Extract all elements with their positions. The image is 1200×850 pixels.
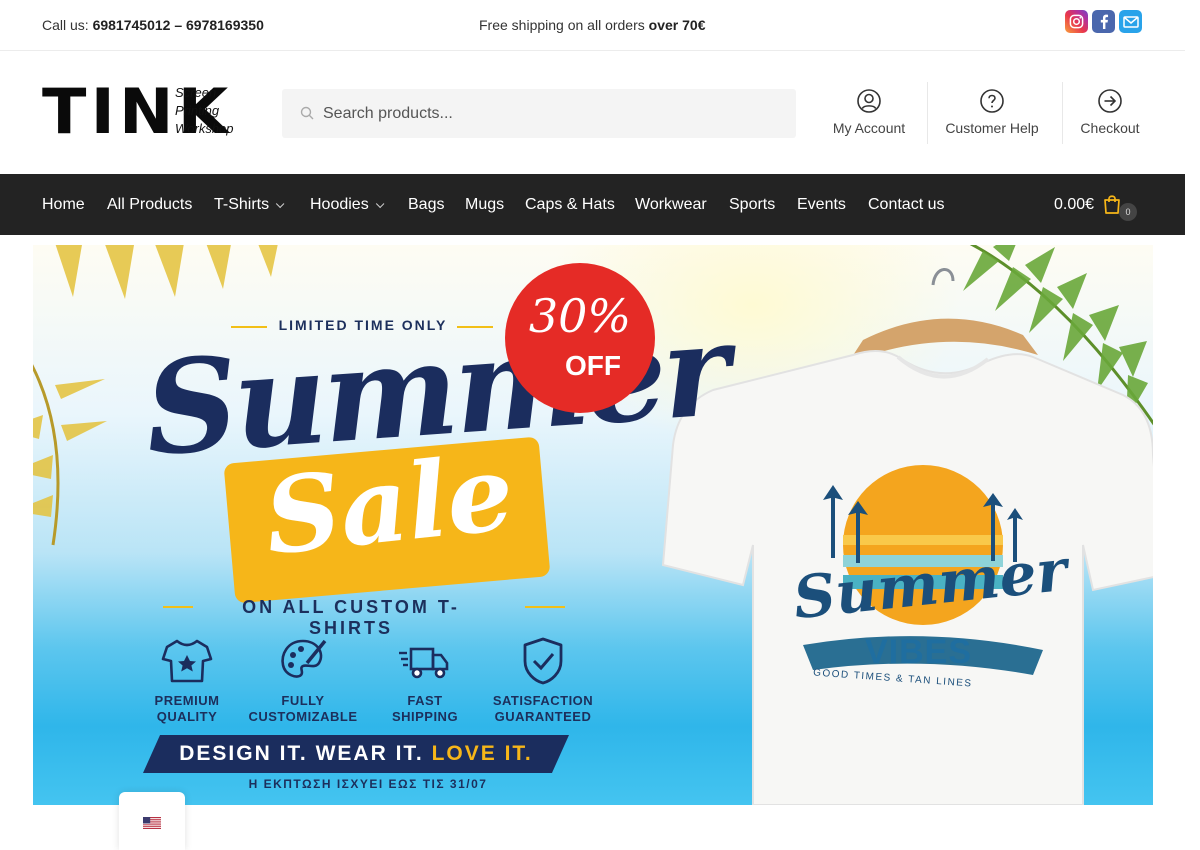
cart-count-badge: 0 (1119, 203, 1137, 221)
checkout-label: Checkout (1080, 120, 1140, 136)
call-us-text: Call us: 6981745012 – 6978169350 (42, 17, 264, 33)
top-bar: Call us: 6981745012 – 6978169350 Free sh… (0, 0, 1185, 51)
nav-item-bags[interactable]: Bags (408, 196, 444, 214)
feature-label: FULLY CUSTOMIZABLE (243, 693, 363, 725)
site-logo[interactable]: TINK Screen Printing Workshop (42, 81, 242, 143)
discount-badge: 30% OFF (505, 263, 655, 413)
nav-item-all-products[interactable]: All Products (107, 196, 192, 214)
arrow-right-circle-icon (1097, 88, 1123, 114)
nav-item-label: Bags (408, 196, 445, 213)
feature-label-line: SHIPPING (391, 709, 459, 724)
nav-item-label: Caps & Hats (525, 196, 615, 213)
shipping-notice: Free shipping on all orders over 70€ (479, 17, 705, 33)
nav-item-contact-us[interactable]: Contact us (868, 196, 944, 214)
nav-item-sports[interactable]: Sports (729, 196, 775, 214)
cart-total[interactable]: 0.00€ (1054, 196, 1094, 214)
feature-premium-quality: PREMIUM QUALITY (127, 633, 247, 725)
discount-percent: 30% (528, 289, 632, 343)
summer-sale-banner[interactable]: Summer VIBES GOOD TIMES & TAN LINES LIMI… (33, 245, 1153, 805)
shirt-print-vibes: VIBES (865, 633, 973, 671)
nav-item-hoodies[interactable]: Hoodies (310, 196, 385, 214)
main-nav: Home All Products T-Shirts Hoodies Bags … (0, 174, 1185, 235)
customer-help-label: Customer Help (945, 120, 1039, 136)
mail-icon[interactable] (1119, 10, 1142, 33)
logo-tagline-line: Printing (175, 103, 220, 118)
nav-item-label: Workwear (635, 196, 707, 213)
feature-label: SATISFACTION GUARANTEED (483, 693, 603, 725)
slogan-highlight: LOVE IT. (431, 742, 533, 765)
divider-line (163, 606, 193, 608)
feature-satisfaction-guaranteed: SATISFACTION GUARANTEED (483, 633, 603, 725)
discount-off: OFF (565, 350, 621, 381)
offer-validity-note: Η ΕΚΠΤΩΣΗ ΙΣΧΥΕΙ ΕΩΣ ΤΙΣ 31/07 (248, 777, 488, 791)
delivery-truck-icon (397, 633, 453, 689)
feature-label-line: CUSTOMIZABLE (248, 709, 358, 724)
customer-help-link[interactable]: Customer Help (944, 88, 1040, 136)
tshirt-star-icon (159, 633, 215, 689)
feature-label-line: GUARANTEED (494, 709, 592, 724)
nav-item-label: All Products (107, 196, 193, 213)
nav-item-label: Contact us (868, 196, 945, 213)
instagram-icon[interactable] (1065, 10, 1088, 33)
feature-fast-shipping: FAST SHIPPING (365, 633, 485, 725)
nav-item-label: Hoodies (310, 196, 369, 213)
nav-item-events[interactable]: Events (797, 196, 846, 214)
chevron-down-icon (276, 199, 285, 209)
shipping-text: Free shipping on all orders (479, 17, 645, 33)
facebook-icon[interactable] (1092, 10, 1115, 33)
language-switcher[interactable] (119, 792, 185, 850)
feature-label-line: PREMIUM (154, 693, 220, 708)
help-icon (979, 88, 1005, 114)
my-account-link[interactable]: My Account (832, 88, 906, 136)
search-icon (300, 106, 314, 125)
header-divider (927, 82, 928, 144)
feature-label: FAST SHIPPING (365, 693, 485, 725)
shipping-amount: over 70€ (648, 17, 706, 33)
search-box (282, 89, 796, 138)
us-flag-icon (143, 817, 161, 829)
call-label: Call us: (42, 17, 89, 33)
my-account-label: My Account (832, 120, 906, 136)
feature-label-line: QUALITY (156, 709, 218, 724)
chevron-down-icon (375, 199, 385, 209)
user-icon (856, 88, 882, 114)
divider-line (525, 606, 565, 608)
feature-label-line: SATISFACTION (492, 693, 594, 708)
nav-item-label: Sports (729, 196, 776, 213)
feature-label: PREMIUM QUALITY (127, 693, 247, 725)
site-header: TINK Screen Printing Workshop My Account… (0, 52, 1185, 174)
feature-fully-customizable: FULLY CUSTOMIZABLE (243, 633, 363, 725)
nav-item-label: Mugs (465, 196, 505, 213)
banner-sale-text: Sale (259, 430, 519, 579)
shield-check-icon (515, 633, 571, 689)
slogan-main: DESIGN IT. WEAR IT. (179, 742, 424, 765)
call-numbers[interactable]: 6981745012 – 6978169350 (93, 17, 264, 33)
feature-label-line: FULLY (281, 693, 325, 708)
nav-item-t-shirts[interactable]: T-Shirts (214, 196, 285, 214)
palette-brush-icon (275, 633, 331, 689)
logo-tagline-line: Workshop (175, 121, 234, 136)
search-input[interactable] (323, 89, 783, 138)
feature-label-line: FAST (407, 693, 443, 708)
checkout-link[interactable]: Checkout (1078, 88, 1142, 136)
nav-item-mugs[interactable]: Mugs (465, 196, 504, 214)
logo-tagline-line: Screen (175, 85, 217, 100)
header-divider (1062, 82, 1063, 144)
nav-item-label: T-Shirts (214, 196, 270, 213)
nav-item-label: Home (42, 196, 85, 213)
slogan-ribbon: DESIGN IT. WEAR IT. LOVE IT. (143, 735, 569, 773)
nav-item-workwear[interactable]: Workwear (635, 196, 707, 214)
logo-tagline: Screen Printing Workshop (175, 84, 234, 138)
nav-item-label: Events (797, 196, 846, 213)
nav-item-home[interactable]: Home (42, 196, 85, 214)
nav-item-caps-hats[interactable]: Caps & Hats (525, 196, 615, 214)
